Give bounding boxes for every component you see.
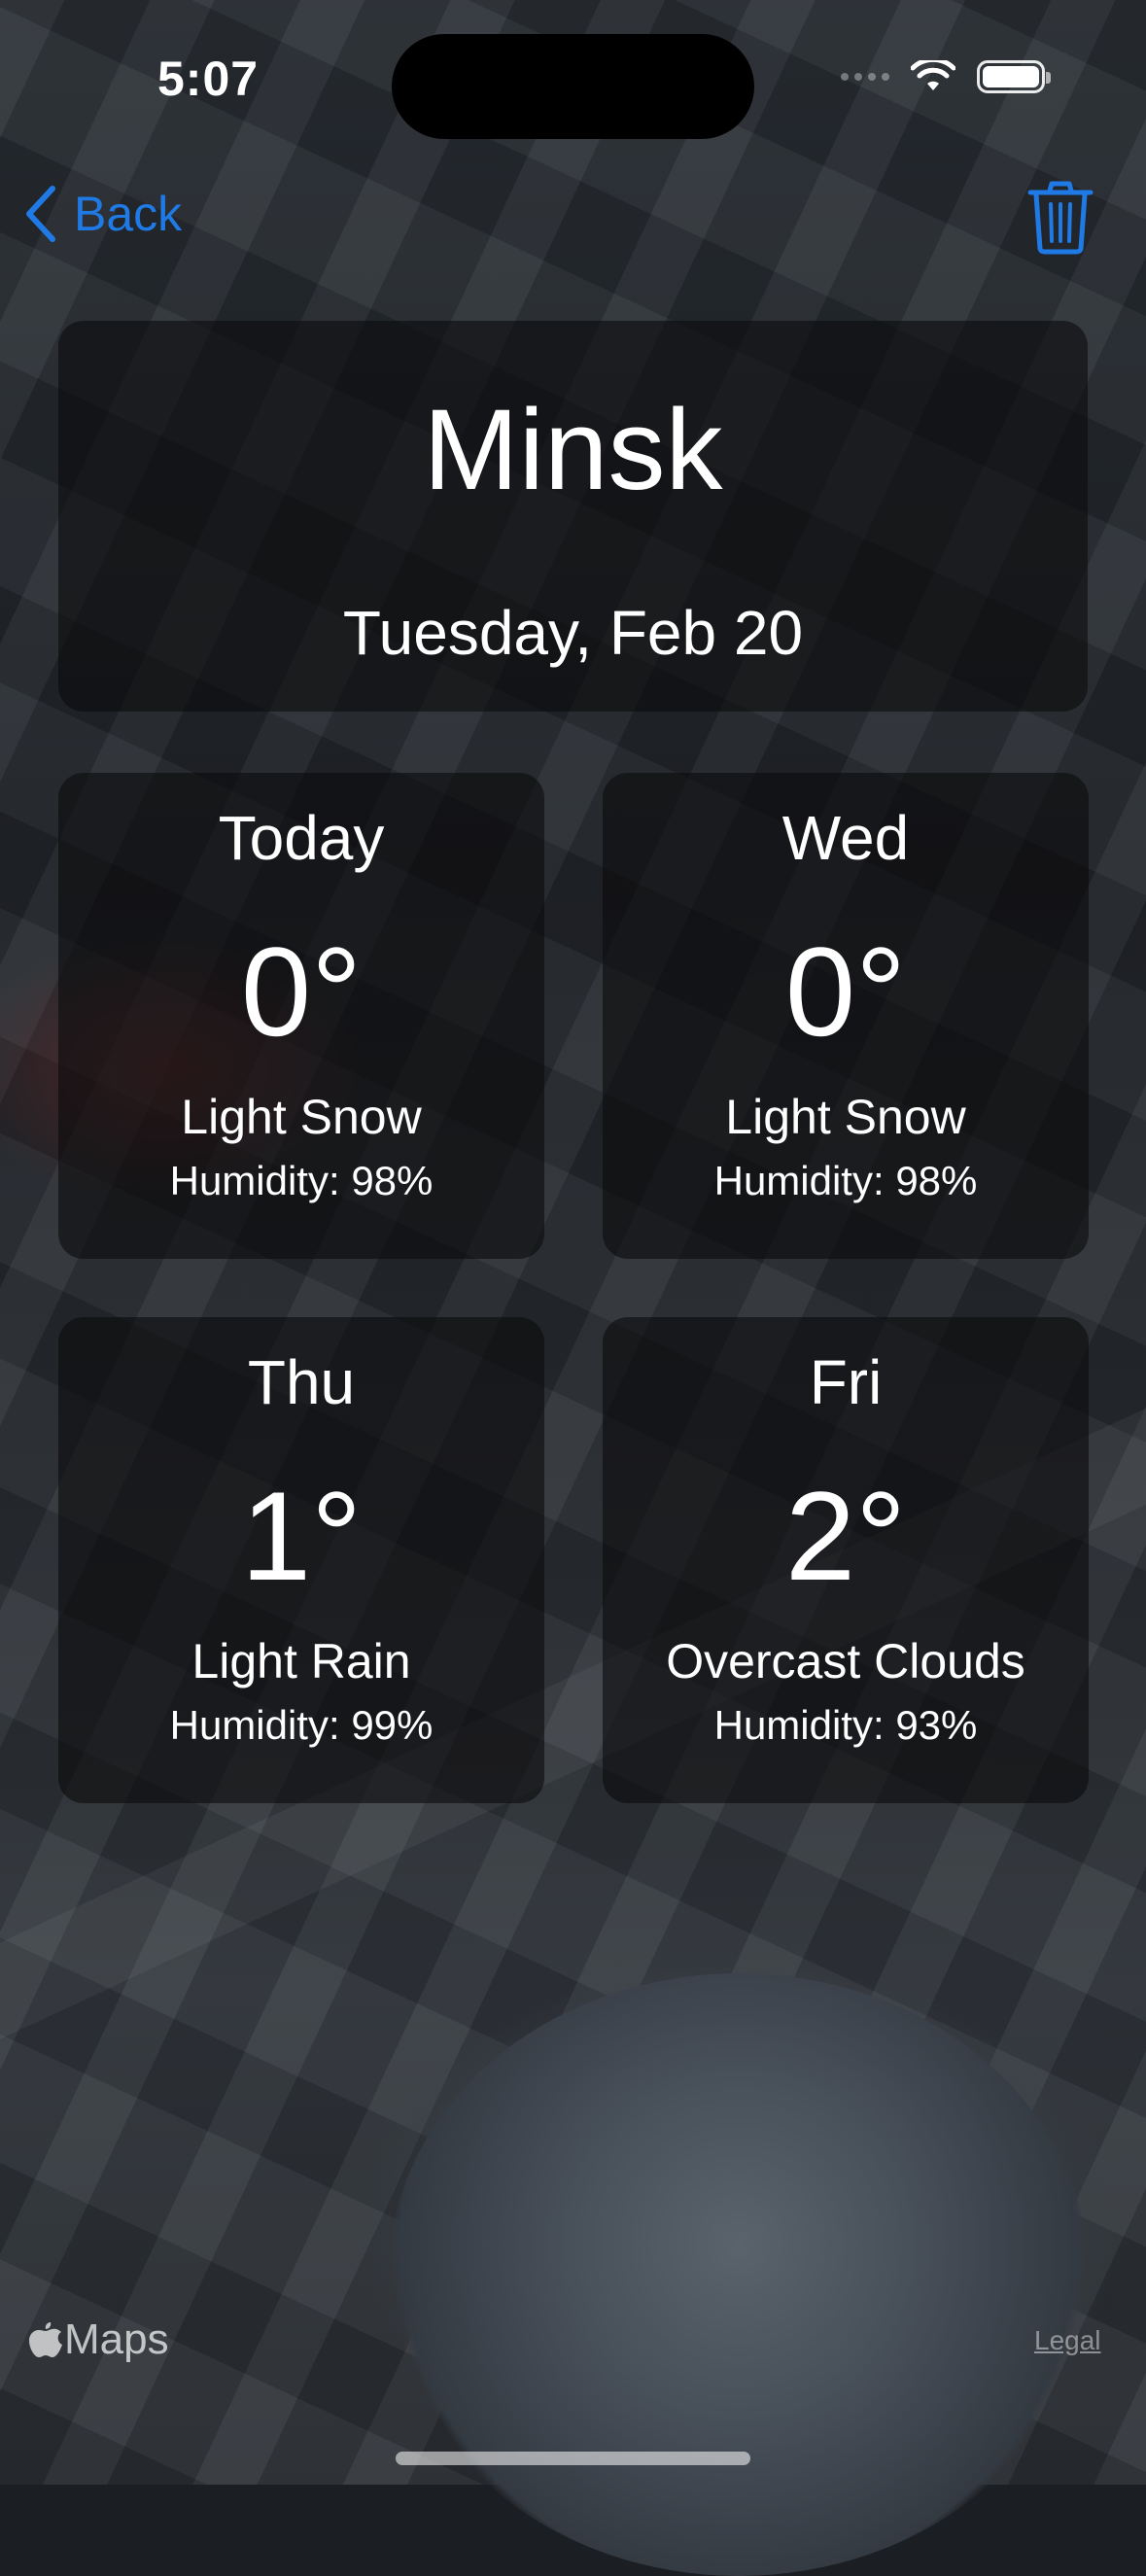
forecast-day: Today [218, 803, 385, 873]
city-name: Minsk [423, 386, 723, 514]
forecast-humidity: Humidity: 93% [713, 1702, 978, 1748]
wifi-icon [911, 60, 955, 90]
forecast-day: Fri [809, 1347, 883, 1417]
chevron-left-icon [26, 186, 55, 242]
forecast-temperature: 1° [240, 1465, 363, 1607]
forecast-card-thu: Thu 1° Light Rain Humidity: 99% [58, 1317, 544, 1803]
current-date: Tuesday, Feb 20 [342, 598, 804, 668]
forecast-card-today: Today 0° Light Snow Humidity: 98% [58, 773, 544, 1259]
dynamic-island [392, 34, 754, 139]
maps-label: Maps [64, 2315, 169, 2363]
forecast-card-fri: Fri 2° Overcast Clouds Humidity: 93% [603, 1317, 1089, 1803]
map-building-dome [389, 1973, 1089, 2576]
forecast-description: Light Snow [181, 1090, 422, 1144]
maps-attribution: Maps [29, 2315, 169, 2364]
forecast-day: Wed [781, 803, 910, 873]
forecast-day: Thu [247, 1347, 356, 1417]
status-time: 5:07 [157, 52, 260, 106]
forecast-temperature: 0° [784, 921, 907, 1062]
forecast-humidity: Humidity: 98% [713, 1158, 978, 1203]
forecast-card-wed: Wed 0° Light Snow Humidity: 98% [603, 773, 1089, 1259]
back-label: Back [74, 187, 183, 241]
trash-icon [1027, 181, 1094, 255]
forecast-description: Light Rain [191, 1634, 411, 1688]
cellular-signal-icon [841, 73, 889, 81]
back-button[interactable]: Back [23, 185, 182, 243]
legal-link[interactable]: Legal [1034, 2325, 1101, 2356]
forecast-humidity: Humidity: 99% [169, 1702, 434, 1748]
status-icons [841, 60, 1051, 93]
home-indicator[interactable] [396, 2452, 750, 2465]
forecast-temperature: 2° [784, 1465, 907, 1607]
forecast-temperature: 0° [240, 921, 363, 1062]
apple-logo-icon [29, 2322, 62, 2357]
forecast-description: Overcast Clouds [666, 1634, 1025, 1688]
forecast-description: Light Snow [725, 1090, 966, 1144]
delete-button[interactable] [1026, 181, 1094, 260]
battery-icon [977, 60, 1051, 93]
forecast-humidity: Humidity: 98% [169, 1158, 434, 1203]
